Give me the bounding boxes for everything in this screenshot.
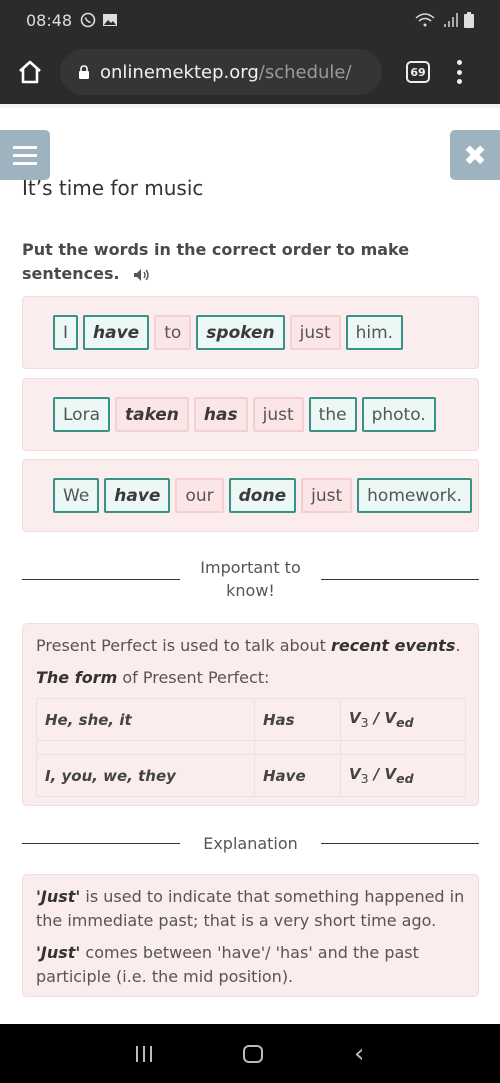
word-tile[interactable]: photo. <box>361 397 436 432</box>
info-line-1: Present Perfect is used to talk about re… <box>36 636 461 655</box>
word-tile[interactable]: taken <box>114 397 189 432</box>
battery-icon <box>464 12 474 28</box>
present-perfect-info: Present Perfect is used to talk about re… <box>22 623 479 806</box>
explanation-p2: 'Just' comes between 'have'/ 'has' and t… <box>36 943 419 986</box>
browser-toolbar: onlinemektep.org/schedule/ 69 <box>0 40 500 104</box>
lesson-title: It’s time for music <box>22 176 204 200</box>
tab-switcher-button[interactable]: 69 <box>406 61 430 83</box>
url-domain: onlinemektep.org <box>100 61 259 83</box>
word-tile[interactable]: just <box>252 397 304 432</box>
word-tile[interactable]: Lora <box>53 397 110 432</box>
table-cell-verb: V3 / Ved <box>340 754 466 797</box>
back-icon[interactable]: ‹ <box>354 1039 364 1069</box>
home-icon[interactable] <box>16 58 44 86</box>
table-cell-aux: Has <box>254 698 341 741</box>
explanation-heading: Explanation <box>203 834 298 853</box>
exercise-sentence-2: Lora taken has just the photo. <box>22 378 479 451</box>
speaker-icon[interactable] <box>133 268 151 282</box>
info-line-2: The form of Present Perfect: <box>36 668 270 687</box>
url-path: /schedule/ <box>258 61 352 83</box>
exercise-sentence-1: Ihave to spoken just him. <box>22 296 479 369</box>
recents-icon[interactable] <box>135 1045 152 1062</box>
instruction-text: Put the words in the correct order to ma… <box>22 238 442 286</box>
divider-line <box>320 843 479 844</box>
close-button[interactable]: ✖ <box>450 130 500 180</box>
table-row: He, she, it Has V3 / Ved <box>36 698 466 741</box>
word-tile[interactable]: done <box>228 478 297 513</box>
table-cell-aux: Have <box>254 754 341 797</box>
word-tile[interactable]: the <box>308 397 357 432</box>
explanation-divider: Explanation <box>22 832 479 855</box>
word-tile[interactable]: just <box>301 478 353 513</box>
explanation-p1: 'Just' is used to indicate that somethin… <box>36 887 465 930</box>
signal-icon <box>444 13 458 27</box>
instruction-label: Put the words in the correct order to ma… <box>22 240 410 283</box>
word-tile[interactable]: our <box>175 478 224 513</box>
word-tile[interactable]: him. <box>345 315 404 350</box>
table-cell-subject: He, she, it <box>36 698 255 741</box>
clock: 08:48 <box>26 10 73 30</box>
divider-line <box>22 843 180 844</box>
word-tile[interactable]: We <box>53 478 100 513</box>
exercise-sentence-3: We have our done just homework. <box>22 459 479 532</box>
android-nav-bar: ‹ <box>0 1024 500 1083</box>
whatsapp-icon <box>80 12 96 28</box>
divider-line <box>22 578 180 580</box>
url-bar[interactable]: onlinemektep.org/schedule/ <box>60 49 382 95</box>
explanation-box: 'Just' is used to indicate that somethin… <box>22 874 479 997</box>
image-icon <box>103 14 118 26</box>
word-tile[interactable]: spoken <box>196 315 285 350</box>
menu-button[interactable] <box>0 130 50 180</box>
status-bar: 08:48 <box>0 0 500 40</box>
more-options-icon[interactable] <box>456 60 462 84</box>
home-button-icon[interactable] <box>242 1044 263 1063</box>
divider-line <box>321 578 479 580</box>
table-spacer-row <box>36 740 466 755</box>
wifi-icon <box>415 13 435 27</box>
close-icon: ✖ <box>463 138 487 172</box>
word-tile[interactable]: just <box>289 315 341 350</box>
table-cell-verb: V3 / Ved <box>340 698 466 741</box>
word-tile[interactable]: to <box>154 315 192 350</box>
word-tile[interactable]: I <box>53 315 79 350</box>
word-tile[interactable]: homework. <box>357 478 472 513</box>
word-tile[interactable]: have <box>83 315 150 350</box>
lock-icon <box>79 65 89 79</box>
word-tile[interactable]: have <box>104 478 171 513</box>
page-content: ✖ It’s time for music Put the words in t… <box>0 104 500 1024</box>
table-cell-subject: I, you, we, they <box>36 754 255 797</box>
important-heading: Important to know! <box>200 558 301 600</box>
important-divider: Important to know! <box>22 556 479 602</box>
table-row: I, you, we, they Have V3 / Ved <box>36 754 466 797</box>
form-table: He, she, it Has V3 / Ved I, you, we, the… <box>36 698 466 797</box>
word-tile[interactable]: has <box>193 397 248 432</box>
